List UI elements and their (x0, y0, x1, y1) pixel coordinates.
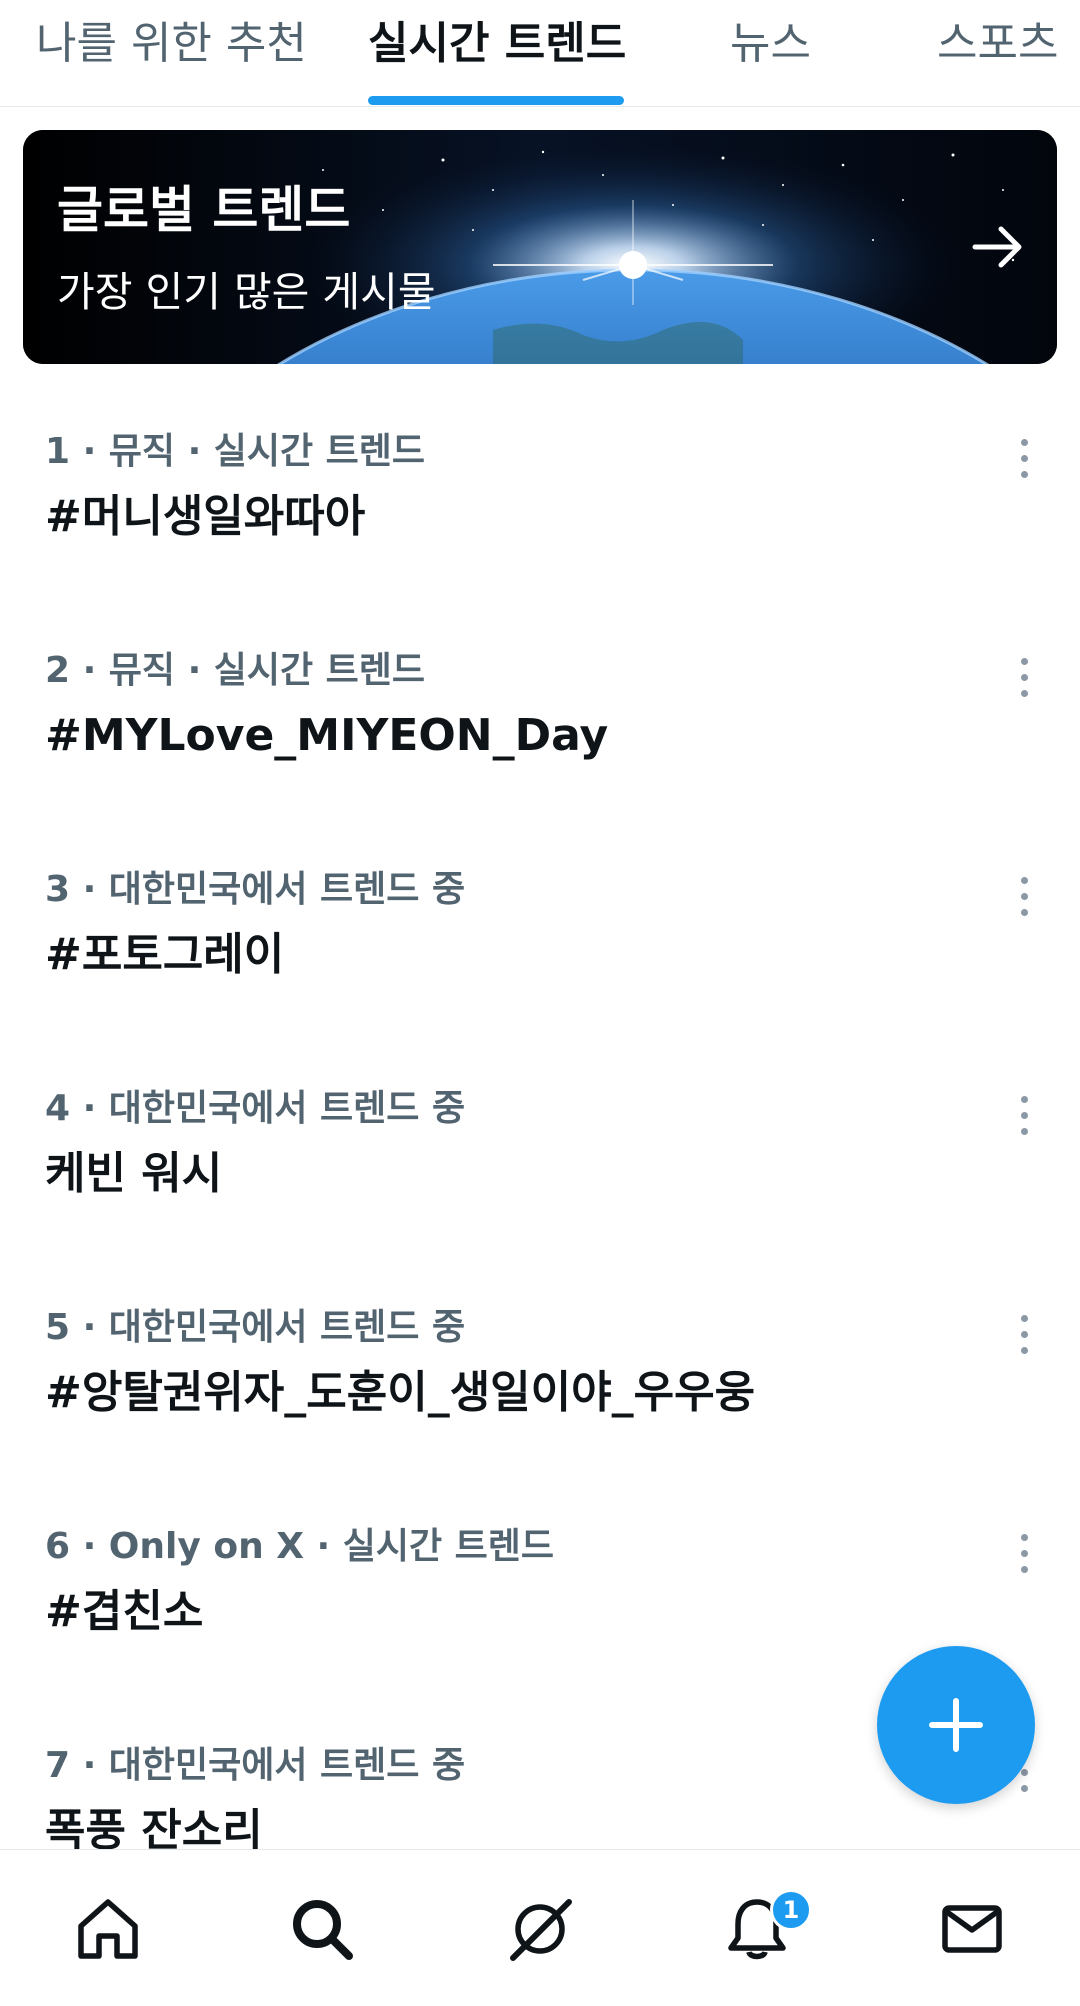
trend-title: #겹친소 (45, 1586, 204, 1637)
grok-icon[interactable] (505, 1894, 575, 1964)
trend-item[interactable]: 5 · 대한민국에서 트렌드 중 #앙탈권위자_도훈이_생일이야_우우웅 (0, 1303, 1080, 1522)
compose-button[interactable] (877, 1646, 1035, 1804)
tab-trending[interactable]: 실시간 트렌드 (368, 14, 626, 74)
trend-meta: 7 · 대한민국에서 트렌드 중 (45, 1745, 466, 1786)
trend-title: #앙탈권위자_도훈이_생일이야_우우웅 (45, 1367, 756, 1418)
active-tab-indicator (368, 96, 624, 105)
notification-badge: 1 (770, 1889, 812, 1931)
banner-title: 글로벌 트렌드 (57, 181, 351, 239)
trend-item[interactable]: 4 · 대한민국에서 트렌드 중 케빈 워시 (0, 1084, 1080, 1303)
more-options-icon[interactable] (1006, 1309, 1042, 1361)
trend-title: #포토그레이 (45, 929, 285, 980)
arrow-right-icon[interactable] (967, 216, 1029, 278)
trend-title: #MYLove_MIYEON_Day (45, 710, 609, 761)
trend-meta: 2 · 뮤직 · 실시간 트렌드 (45, 650, 426, 691)
bottom-nav: 1 (0, 1849, 1080, 2006)
trend-meta: 1 · 뮤직 · 실시간 트렌드 (45, 431, 426, 472)
trend-meta: 3 · 대한민국에서 트렌드 중 (45, 869, 466, 910)
more-options-icon[interactable] (1006, 652, 1042, 704)
more-options-icon[interactable] (1006, 871, 1042, 923)
search-icon[interactable] (287, 1894, 357, 1964)
trend-meta: 5 · 대한민국에서 트렌드 중 (45, 1307, 466, 1348)
trend-title: #머니생일와따아 (45, 491, 366, 542)
tab-sports[interactable]: 스포츠 (937, 14, 1058, 74)
plus-icon (929, 1698, 983, 1752)
tab-news[interactable]: 뉴스 (730, 14, 811, 74)
tab-for-you[interactable]: 나를 위한 추천 (36, 14, 307, 74)
more-options-icon[interactable] (1006, 1090, 1042, 1142)
messages-icon[interactable] (937, 1894, 1007, 1964)
trend-meta: 6 · Only on X · 실시간 트렌드 (45, 1526, 555, 1567)
top-tabs: 나를 위한 추천 실시간 트렌드 뉴스 스포츠 (0, 0, 1080, 107)
home-icon[interactable] (73, 1894, 143, 1964)
trend-item[interactable]: 2 · 뮤직 · 실시간 트렌드 #MYLove_MIYEON_Day (0, 646, 1080, 865)
banner-subtitle: 가장 인기 많은 게시물 (57, 268, 436, 316)
global-trends-banner[interactable]: 글로벌 트렌드 가장 인기 많은 게시물 (23, 130, 1057, 364)
more-options-icon[interactable] (1006, 433, 1042, 485)
trend-meta: 4 · 대한민국에서 트렌드 중 (45, 1088, 466, 1129)
trend-title: 케빈 워시 (45, 1148, 223, 1199)
more-options-icon[interactable] (1006, 1528, 1042, 1580)
earth-image (23, 130, 1057, 364)
trend-item[interactable]: 1 · 뮤직 · 실시간 트렌드 #머니생일와따아 (0, 427, 1080, 646)
trend-item[interactable]: 3 · 대한민국에서 트렌드 중 #포토그레이 (0, 865, 1080, 1084)
